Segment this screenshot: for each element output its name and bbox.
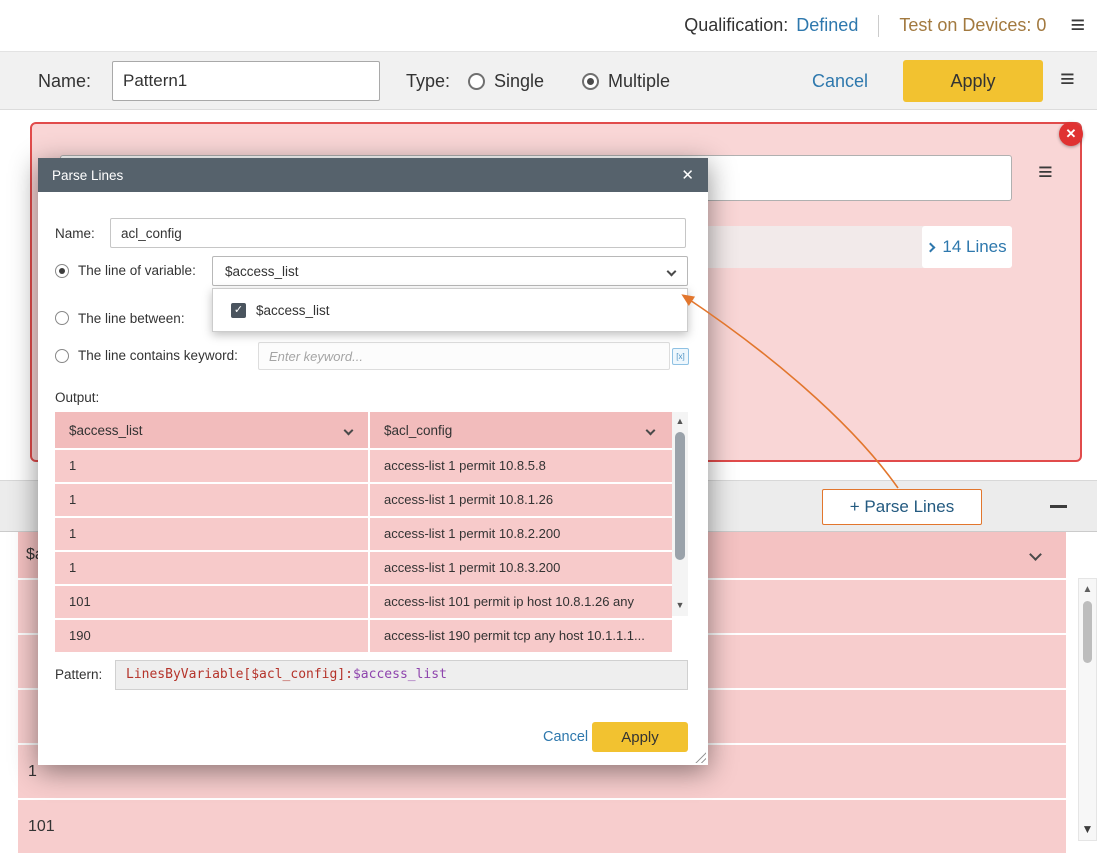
output-table-row[interactable]: 190access-list 190 permit tcp any host 1…: [55, 618, 672, 652]
output-cell: access-list 190 permit tcp any host 10.1…: [370, 620, 672, 652]
pattern-toolbar: Name: Type: Single Multiple Cancel Apply…: [0, 52, 1097, 110]
keyword-input[interactable]: [258, 342, 670, 370]
output-cell: 1: [55, 518, 370, 550]
bottom-table-row[interactable]: 101: [18, 798, 1066, 853]
column-label: $acl_config: [384, 423, 452, 438]
radio-multiple-label: Multiple: [608, 71, 670, 92]
output-label: Output:: [55, 390, 99, 405]
dialog-cancel-link[interactable]: Cancel: [543, 722, 588, 752]
radio-single[interactable]: Single: [468, 52, 544, 110]
radio-single-icon[interactable]: [468, 73, 485, 90]
scroll-thumb[interactable]: [675, 432, 685, 560]
pattern-label: Pattern:: [55, 660, 102, 690]
qualification: Qualification: Defined: [684, 15, 858, 36]
scroll-up-icon[interactable]: ▲: [1079, 584, 1096, 595]
output-table-row[interactable]: 1access-list 1 permit 10.8.1.26: [55, 482, 672, 516]
line-between-label: The line between:: [78, 308, 185, 330]
top-bar: Qualification: Defined Test on Devices: 0…: [0, 0, 1097, 52]
menu-icon[interactable]: ≡: [1070, 13, 1085, 38]
scroll-down-icon[interactable]: ▼: [1079, 822, 1096, 836]
radio-multiple[interactable]: Multiple: [582, 52, 670, 110]
type-label: Type:: [406, 52, 450, 110]
pattern-token: $access_list: [353, 667, 447, 682]
checkbox-checked-icon[interactable]: ✓: [231, 303, 246, 318]
column-label: $access_list: [69, 423, 143, 438]
dialog-name-label: Name:: [55, 219, 95, 249]
variable-dropdown: ✓ $access_list: [212, 288, 688, 332]
output-cell: 1: [55, 552, 370, 584]
output-table-row[interactable]: 1access-list 1 permit 10.8.2.200: [55, 516, 672, 550]
output-table: $access_list $acl_config 1access-list 1 …: [55, 412, 688, 652]
pattern-code: LinesByVariable[$acl_config]:$access_lis…: [115, 660, 688, 690]
apply-button[interactable]: Apply: [903, 60, 1043, 102]
radio-multiple-icon[interactable]: [582, 73, 599, 90]
toolbar-menu-icon[interactable]: ≡: [1060, 67, 1075, 92]
output-table-head: $access_list $acl_config: [55, 412, 688, 448]
output-column-acl-config[interactable]: $acl_config: [370, 412, 688, 448]
output-table-body: 1access-list 1 permit 10.8.5.81access-li…: [55, 448, 688, 652]
output-cell: access-list 1 permit 10.8.2.200: [370, 518, 672, 550]
output-table-row[interactable]: 101access-list 101 permit ip host 10.8.1…: [55, 584, 672, 618]
pattern-name-input[interactable]: [112, 61, 380, 101]
variable-select[interactable]: $access_list: [212, 256, 688, 286]
column-chevron-icon[interactable]: [344, 425, 354, 435]
column-chevron-icon[interactable]: [646, 425, 656, 435]
dialog-apply-button[interactable]: Apply: [592, 722, 688, 752]
dialog-close-icon[interactable]: ✕: [681, 166, 694, 184]
output-table-row[interactable]: 1access-list 1 permit 10.8.5.8: [55, 448, 672, 482]
column-filter-icon[interactable]: [1029, 548, 1042, 561]
output-cell: 190: [55, 620, 370, 652]
parse-lines-dialog: Parse Lines ✕ Name: The line of variable…: [38, 158, 708, 765]
line-of-variable-label: The line of variable:: [78, 256, 196, 286]
scroll-thumb[interactable]: [1083, 601, 1092, 663]
output-cell: 1: [55, 450, 370, 482]
parse-lines-button[interactable]: + Parse Lines: [822, 489, 982, 525]
pattern-menu-icon[interactable]: ≡: [1038, 160, 1053, 185]
output-cell: 101: [55, 586, 370, 618]
close-pattern-icon[interactable]: ✕: [1059, 122, 1083, 146]
output-cell: access-list 1 permit 10.8.3.200: [370, 552, 672, 584]
collapse-icon[interactable]: [1050, 505, 1067, 508]
variable-select-value: $access_list: [225, 264, 299, 279]
resize-handle-icon[interactable]: [695, 752, 706, 763]
dialog-header[interactable]: Parse Lines ✕: [38, 158, 708, 192]
qualification-value-link[interactable]: Defined: [796, 15, 858, 35]
vertical-scrollbar[interactable]: ▲ ▼: [1078, 578, 1097, 841]
scroll-down-icon[interactable]: ▼: [672, 600, 688, 610]
radio-single-label: Single: [494, 71, 544, 92]
scroll-up-icon[interactable]: ▲: [672, 416, 688, 426]
dialog-name-input[interactable]: [110, 218, 686, 248]
qualification-label: Qualification:: [684, 15, 788, 35]
radio-line-contains-keyword[interactable]: [55, 349, 69, 363]
output-cell: access-list 1 permit 10.8.5.8: [370, 450, 672, 482]
pattern-token: ]:: [337, 667, 353, 682]
chevron-down-icon: [667, 266, 677, 276]
lines-count-label: 14 Lines: [942, 237, 1006, 257]
pattern-token: $acl_config: [251, 667, 337, 682]
divider: [878, 15, 879, 37]
chevron-right-icon: [926, 242, 936, 252]
output-column-access-list[interactable]: $access_list: [55, 412, 370, 448]
output-table-row[interactable]: 1access-list 1 permit 10.8.3.200: [55, 550, 672, 584]
cancel-link[interactable]: Cancel: [812, 52, 868, 110]
lines-toggle[interactable]: 14 Lines: [922, 226, 1012, 268]
radio-line-between[interactable]: [55, 311, 69, 325]
dropdown-item-access-list[interactable]: ✓ $access_list: [213, 289, 687, 331]
dropdown-item-label: $access_list: [256, 303, 330, 318]
output-table-scrollbar[interactable]: ▲ ▼: [672, 412, 688, 616]
output-cell: access-list 101 permit ip host 10.8.1.26…: [370, 586, 672, 618]
pattern-token: LinesByVariable[: [126, 667, 251, 682]
dialog-title: Parse Lines: [52, 168, 123, 183]
test-on-devices-link[interactable]: Test on Devices: 0: [899, 15, 1046, 36]
name-label: Name:: [38, 52, 91, 110]
line-contains-keyword-label: The line contains keyword:: [78, 342, 238, 370]
output-cell: access-list 1 permit 10.8.1.26: [370, 484, 672, 516]
regex-icon[interactable]: [x]: [672, 348, 689, 365]
output-cell: 1: [55, 484, 370, 516]
radio-line-of-variable[interactable]: [55, 264, 69, 278]
